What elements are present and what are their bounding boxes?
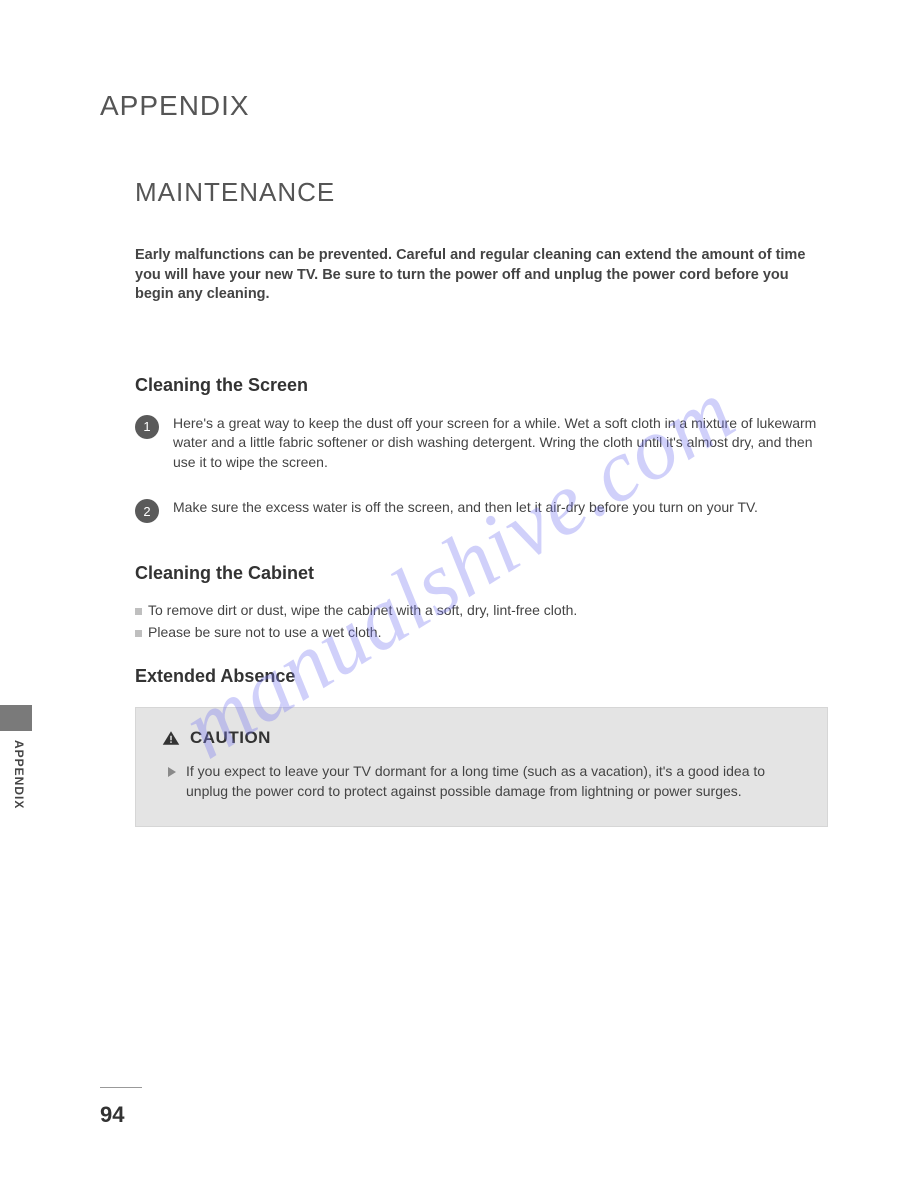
side-tab-marker — [0, 705, 32, 731]
page-number: 94 — [100, 1102, 124, 1128]
step-text: Make sure the excess water is off the sc… — [173, 498, 758, 518]
bullet-item: Please be sure not to use a wet cloth. — [135, 624, 828, 640]
step-number-badge: 2 — [135, 499, 159, 523]
page-number-rule — [100, 1087, 142, 1088]
caution-label: CAUTION — [190, 728, 271, 748]
caution-content: If you expect to leave your TV dormant f… — [162, 762, 801, 801]
step-text: Here's a great way to keep the dust off … — [173, 414, 828, 473]
extended-absence-heading: Extended Absence — [135, 666, 828, 687]
intro-paragraph: Early malfunctions can be prevented. Car… — [135, 246, 828, 305]
warning-triangle-icon — [162, 730, 180, 746]
square-bullet-icon — [135, 608, 142, 615]
manual-page: manualshive.com APPENDIX MAINTENANCE Ear… — [0, 0, 918, 1188]
square-bullet-icon — [135, 630, 142, 637]
caution-title: CAUTION — [162, 728, 801, 748]
appendix-heading: APPENDIX — [100, 90, 838, 122]
bullet-text: To remove dirt or dust, wipe the cabinet… — [148, 602, 577, 618]
caution-text: If you expect to leave your TV dormant f… — [186, 762, 801, 801]
step-item: 1 Here's a great way to keep the dust of… — [135, 414, 828, 473]
bullet-text: Please be sure not to use a wet cloth. — [148, 624, 381, 640]
cleaning-cabinet-heading: Cleaning the Cabinet — [135, 563, 828, 584]
step-item: 2 Make sure the excess water is off the … — [135, 498, 828, 523]
cleaning-screen-heading: Cleaning the Screen — [135, 375, 828, 396]
content-area: MAINTENANCE Early malfunctions can be pr… — [100, 177, 838, 827]
caution-box: CAUTION If you expect to leave your TV d… — [135, 707, 828, 826]
step-number-badge: 1 — [135, 415, 159, 439]
side-section-label: APPENDIX — [12, 740, 26, 809]
maintenance-heading: MAINTENANCE — [135, 177, 828, 208]
triangle-right-icon — [168, 767, 176, 777]
bullet-item: To remove dirt or dust, wipe the cabinet… — [135, 602, 828, 618]
